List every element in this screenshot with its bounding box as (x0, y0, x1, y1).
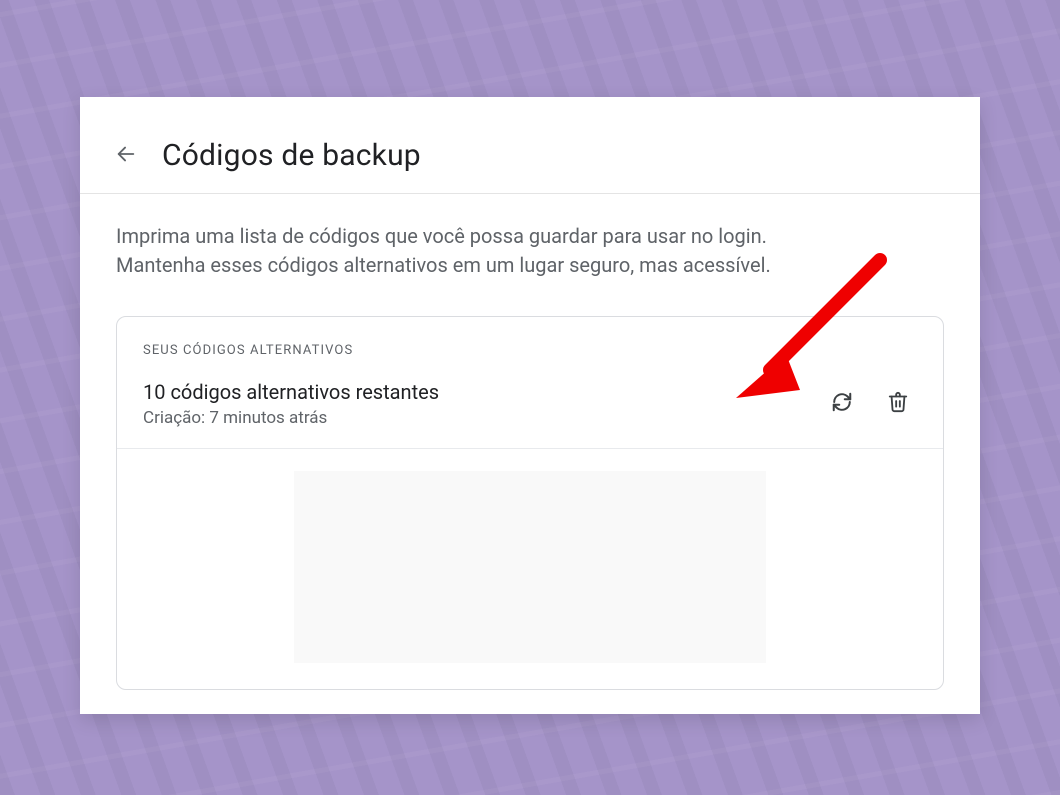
description-line-2: Mantenha esses códigos alternativos em u… (116, 253, 771, 277)
page-description: Imprima uma lista de códigos que você po… (80, 194, 810, 304)
refresh-icon (831, 391, 853, 416)
codes-remaining-count: 10 códigos alternativos restantes (143, 380, 823, 404)
settings-panel: Códigos de backup Imprima uma lista de c… (80, 97, 980, 714)
codes-summary-row: 10 códigos alternativos restantes Criaçã… (117, 358, 943, 449)
page-header: Códigos de backup (80, 97, 980, 194)
codes-created-at: Criação: 7 minutos atrás (143, 408, 823, 428)
delete-codes-button[interactable] (879, 384, 917, 422)
codes-actions (823, 380, 917, 422)
description-line-1: Imprima uma lista de códigos que você po… (116, 224, 767, 248)
backup-codes-card: SEUS CÓDIGOS ALTERNATIVOS 10 códigos alt… (116, 316, 944, 690)
page-title: Códigos de backup (162, 138, 421, 173)
arrow-left-icon (115, 143, 137, 168)
codes-summary-text: 10 códigos alternativos restantes Criaçã… (143, 380, 823, 428)
refresh-codes-button[interactable] (823, 384, 861, 422)
trash-icon (887, 391, 909, 416)
card-section-label: SEUS CÓDIGOS ALTERNATIVOS (117, 317, 943, 358)
codes-list-placeholder (294, 471, 766, 663)
back-button[interactable] (108, 137, 144, 173)
